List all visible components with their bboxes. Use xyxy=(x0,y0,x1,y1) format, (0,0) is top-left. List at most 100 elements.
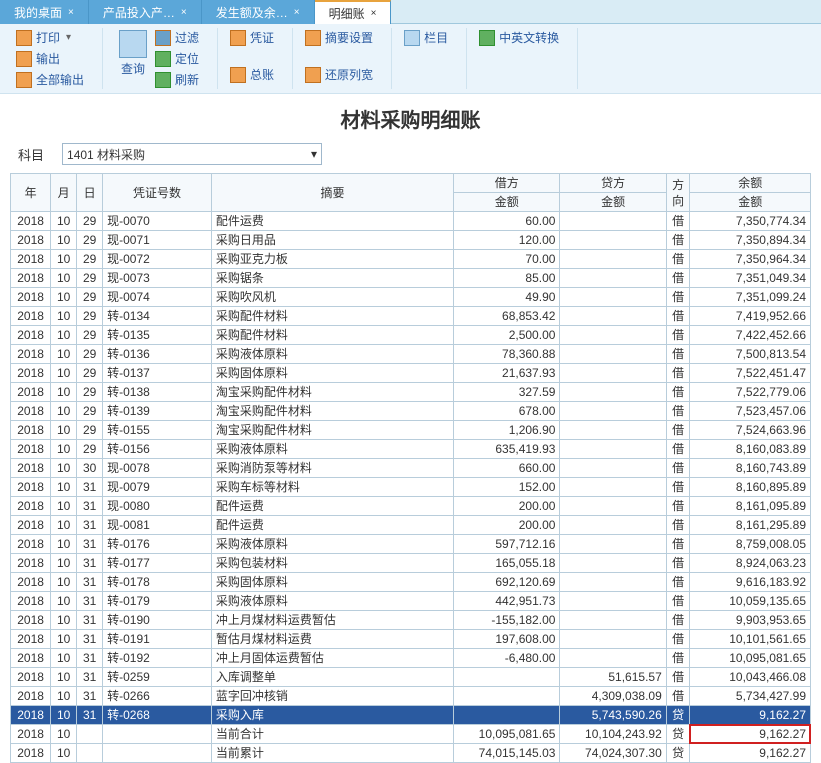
close-icon[interactable]: × xyxy=(68,7,74,18)
cell-month: 10 xyxy=(51,250,77,269)
table-row[interactable]: 20181029转-0155淘宝采购配件材料1,206.90借7,524,663… xyxy=(11,421,811,440)
table-row[interactable]: 20181029转-0136采购液体原料78,360.88借7,500,813.… xyxy=(11,345,811,364)
page-title: 材料采购明细账 xyxy=(0,94,821,139)
col-month[interactable]: 月 xyxy=(51,174,77,212)
cell-balance: 9,616,183.92 xyxy=(690,573,811,592)
col-year[interactable]: 年 xyxy=(11,174,51,212)
table-row[interactable]: 20181029现-0073采购锯条85.00借7,351,049.34 xyxy=(11,269,811,288)
cell-day: 29 xyxy=(77,326,103,345)
cell-summary: 冲上月固体运费暂估 xyxy=(211,649,453,668)
col-debit-amount[interactable]: 金额 xyxy=(454,193,560,212)
cell-year: 2018 xyxy=(11,231,51,250)
table-row[interactable]: 20181031转-0191暂估月煤材料运费197,608.00借10,101,… xyxy=(11,630,811,649)
col-credit-amount[interactable]: 金额 xyxy=(560,193,666,212)
cell-direction: 借 xyxy=(666,421,690,440)
detail-grid[interactable]: 年 月 日 凭证号数 摘要 借方 贷方 方向 余额 金额 金额 金额 20181… xyxy=(10,173,811,763)
table-row[interactable]: 20181031现-0079采购车标等材料152.00借8,160,895.89 xyxy=(11,478,811,497)
cell-year: 2018 xyxy=(11,269,51,288)
cell-debit: 21,637.93 xyxy=(454,364,560,383)
cell-debit: 10,095,081.65 xyxy=(454,725,560,744)
col-summary[interactable]: 摘要 xyxy=(211,174,453,212)
table-row[interactable]: 20181029转-0134采购配件材料68,853.42借7,419,952.… xyxy=(11,307,811,326)
table-row[interactable]: 20181031转-0176采购液体原料597,712.16借8,759,008… xyxy=(11,535,811,554)
table-row[interactable]: 20181029转-0138淘宝采购配件材料327.59借7,522,779.0… xyxy=(11,383,811,402)
table-row[interactable]: 20181029现-0070配件运费60.00借7,350,774.34 xyxy=(11,212,811,231)
cell-day: 31 xyxy=(77,687,103,706)
table-row[interactable]: 201810当前累计74,015,145.0374,024,307.30贷9,1… xyxy=(11,744,811,763)
table-row[interactable]: 20181031转-0190冲上月煤材料运费暂估-155,182.00借9,90… xyxy=(11,611,811,630)
refresh-icon xyxy=(155,72,171,88)
col-direction[interactable]: 方向 xyxy=(666,174,690,212)
table-row[interactable]: 20181031转-0259入库调整单51,615.57借10,043,466.… xyxy=(11,668,811,687)
table-row[interactable]: 20181030现-0078采购消防泵等材料660.00借8,160,743.8… xyxy=(11,459,811,478)
output-all-button[interactable]: 全部输出 xyxy=(14,70,86,89)
table-row[interactable]: 20181029现-0074采购吹风机49.90借7,351,099.24 xyxy=(11,288,811,307)
col-balance-amount[interactable]: 金额 xyxy=(690,193,811,212)
close-icon[interactable]: × xyxy=(181,7,187,18)
query-button[interactable]: 查询 xyxy=(113,28,153,79)
cell-year: 2018 xyxy=(11,573,51,592)
col-day[interactable]: 日 xyxy=(77,174,103,212)
output-button[interactable]: 输出 xyxy=(14,49,86,68)
cell-voucherno: 现-0081 xyxy=(103,516,212,535)
voucher-button[interactable]: 凭证 xyxy=(228,28,276,47)
general-ledger-button[interactable]: 总账 xyxy=(228,65,276,84)
subject-select[interactable]: 1401 材料采购 ▾ xyxy=(62,143,322,165)
cell-balance: 10,059,135.65 xyxy=(690,592,811,611)
table-row[interactable]: 20181031现-0080配件运费200.00借8,161,095.89 xyxy=(11,497,811,516)
table-row[interactable]: 20181029转-0135采购配件材料2,500.00借7,422,452.6… xyxy=(11,326,811,345)
cell-credit xyxy=(560,592,666,611)
cell-debit xyxy=(454,706,560,725)
table-row[interactable]: 20181031转-0268采购入库5,743,590.26贷9,162.27 xyxy=(11,706,811,725)
cell-month: 10 xyxy=(51,402,77,421)
table-row[interactable]: 20181029转-0156采购液体原料635,419.93借8,160,083… xyxy=(11,440,811,459)
cell-day: 29 xyxy=(77,269,103,288)
translate-button[interactable]: 中英文转换 xyxy=(477,28,561,47)
label: 还原列宽 xyxy=(325,66,373,83)
cell-summary: 采购包装材料 xyxy=(211,554,453,573)
tab-detail[interactable]: 明细账× xyxy=(315,0,392,24)
print-button[interactable]: 打印▾ xyxy=(14,28,86,47)
tab-product[interactable]: 产品投入产…× xyxy=(89,0,202,24)
subject-value: 1401 材料采购 xyxy=(67,146,145,163)
col-debit[interactable]: 借方 xyxy=(454,174,560,193)
cell-direction: 借 xyxy=(666,497,690,516)
table-row[interactable]: 20181031转-0179采购液体原料442,951.73借10,059,13… xyxy=(11,592,811,611)
refresh-button[interactable]: 刷新 xyxy=(153,70,201,89)
table-row[interactable]: 20181029转-0139淘宝采购配件材料678.00借7,523,457.0… xyxy=(11,402,811,421)
tab-desktop[interactable]: 我的桌面× xyxy=(0,0,89,24)
cell-summary: 采购固体原料 xyxy=(211,573,453,592)
col-voucherno[interactable]: 凭证号数 xyxy=(103,174,212,212)
col-credit[interactable]: 贷方 xyxy=(560,174,666,193)
label: 中英文转换 xyxy=(499,29,559,46)
summary-set-button[interactable]: 摘要设置 xyxy=(303,28,375,47)
close-icon[interactable]: × xyxy=(371,8,377,19)
restore-width-button[interactable]: 还原列宽 xyxy=(303,65,375,84)
cell-month: 10 xyxy=(51,478,77,497)
col-balance[interactable]: 余额 xyxy=(690,174,811,193)
table-row[interactable]: 20181031转-0192冲上月固体运费暂估-6,480.00借10,095,… xyxy=(11,649,811,668)
filter-button[interactable]: 过滤 xyxy=(153,28,201,47)
table-row[interactable]: 201810当前合计10,095,081.6510,104,243.92贷9,1… xyxy=(11,725,811,744)
cell-summary: 淘宝采购配件材料 xyxy=(211,402,453,421)
column-button[interactable]: 栏目 xyxy=(402,28,450,47)
cell-voucherno: 转-0137 xyxy=(103,364,212,383)
cell-direction: 借 xyxy=(666,668,690,687)
table-row[interactable]: 20181029转-0137采购固体原料21,637.93借7,522,451.… xyxy=(11,364,811,383)
cell-day: 29 xyxy=(77,383,103,402)
cell-year: 2018 xyxy=(11,288,51,307)
close-icon[interactable]: × xyxy=(294,7,300,18)
cell-debit: -155,182.00 xyxy=(454,611,560,630)
cell-year: 2018 xyxy=(11,554,51,573)
table-row[interactable]: 20181031转-0178采购固体原料692,120.69借9,616,183… xyxy=(11,573,811,592)
cell-day: 31 xyxy=(77,649,103,668)
table-row[interactable]: 20181029现-0072采购亚克力板70.00借7,350,964.34 xyxy=(11,250,811,269)
cell-direction: 借 xyxy=(666,307,690,326)
table-row[interactable]: 20181029现-0071采购日用品120.00借7,350,894.34 xyxy=(11,231,811,250)
table-row[interactable]: 20181031现-0081配件运费200.00借8,161,295.89 xyxy=(11,516,811,535)
table-row[interactable]: 20181031转-0177采购包装材料165,055.18借8,924,063… xyxy=(11,554,811,573)
locate-button[interactable]: 定位 xyxy=(153,49,201,68)
tab-occurrence[interactable]: 发生额及余…× xyxy=(202,0,315,24)
table-row[interactable]: 20181031转-0266蓝字回冲核销4,309,038.09借5,734,4… xyxy=(11,687,811,706)
cell-direction: 借 xyxy=(666,250,690,269)
